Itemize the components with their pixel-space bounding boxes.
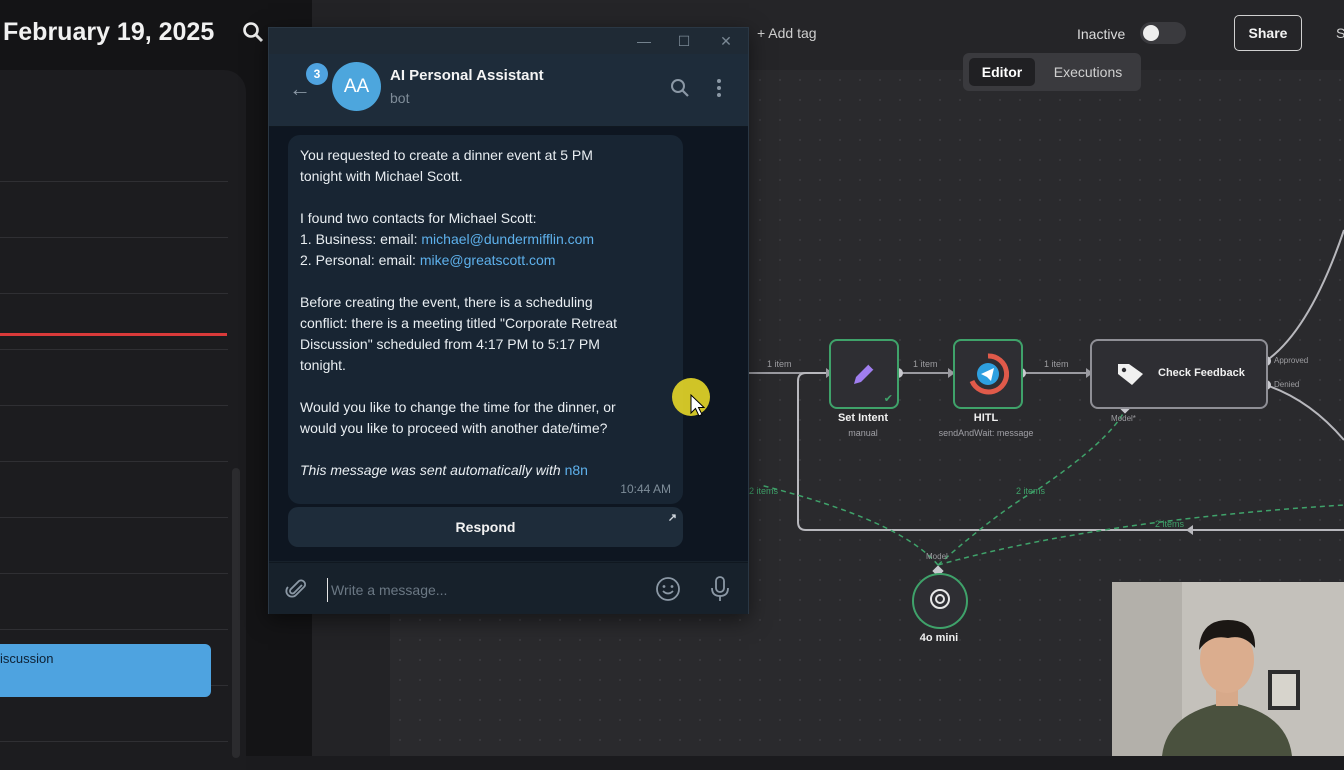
message-text: This message was sent automatically with [300,462,565,478]
chat-status: bot [390,90,410,106]
message-line: Would you like to change the time for th… [300,399,616,415]
openai-icon [930,589,950,609]
edge-label: 2 items [1155,519,1185,529]
message-line: conflict: there is a meeting titled "Cor… [300,315,618,331]
message-text: 2. Personal: email: [300,252,420,268]
chat-header: ← AA 3 AI Personal Assistant bot [269,54,748,127]
node-title: Set Intent [837,412,889,424]
unread-badge: 3 [306,63,328,85]
output-label: Approved [1274,356,1309,365]
close-icon[interactable]: ✕ [717,32,735,50]
message-input[interactable] [327,578,653,602]
telegram-window: — ☐ ✕ ← AA 3 AI Personal Assistant bot Y… [268,27,749,614]
edge-label: 1 item [1044,359,1069,369]
minimize-icon[interactable]: — [635,32,653,50]
node-title: 4o mini [919,632,959,644]
attachment-icon[interactable] [285,577,309,601]
maximize-icon[interactable]: ☐ [675,32,693,50]
microphone-icon[interactable] [709,575,731,603]
node-subtitle: sendAndWait: message [938,428,1034,438]
message-line: tonight. [300,357,346,373]
check-feedback-node[interactable]: Check Feedback [1090,339,1268,409]
edge-label: 2 items [1016,486,1046,496]
n8n-link[interactable]: n8n [565,462,588,478]
message-line: I found two contacts for Michael Scott: [300,210,537,226]
mouse-pointer-icon [690,394,706,417]
message-time: 10:44 AM [620,482,671,496]
message-composer [269,562,748,614]
pencil-icon [854,363,875,384]
set-intent-node[interactable]: ✔ [829,339,899,409]
message-line: 1. Business: email: michael@dundermiffli… [300,229,594,250]
message-line: This message was sent automatically with… [300,460,588,481]
window-titlebar: — ☐ ✕ [269,28,748,54]
respond-label: Respond [455,519,516,535]
message-line: Discussion" scheduled from 4:17 PM to 5:… [300,336,600,352]
external-link-icon: ↗ [667,512,677,524]
edge-label: 1 item [913,359,938,369]
webcam-overlay [1112,582,1344,756]
edge-label: 2 items [749,486,779,496]
message-line: Before creating the event, there is a sc… [300,294,593,310]
edge-label: 1 item [767,359,792,369]
message-line: You requested to create a dinner event a… [300,147,593,163]
chat-area: You requested to create a dinner event a… [269,127,748,561]
chat-name[interactable]: AI Personal Assistant [390,67,544,84]
message-line: tonight with Michael Scott. [300,168,463,184]
message-line: would you like to proceed with another d… [300,420,608,436]
check-icon: ✔ [883,393,893,405]
port-label: Model [926,552,948,561]
port-label: Model* [1111,414,1136,423]
node-subtitle: manual [848,428,878,438]
message-bubble: You requested to create a dinner event a… [288,135,683,504]
node-title: HITL [973,412,999,424]
tag-icon [1118,364,1143,385]
hitl-node[interactable] [953,339,1023,409]
output-label: Denied [1274,380,1300,389]
more-options-icon[interactable] [715,77,723,99]
message-line: 2. Personal: email: mike@greatscott.com [300,250,555,271]
message-text: 1. Business: email: [300,231,422,247]
emoji-icon[interactable] [655,576,681,602]
presenter-video [1112,582,1344,756]
email-link[interactable]: mike@greatscott.com [420,252,556,268]
respond-button[interactable]: Respond ↗ [288,507,683,547]
node-title: Check Feedback [1158,367,1245,379]
telegram-icon [969,353,1009,395]
avatar[interactable]: AA [332,62,381,111]
search-icon[interactable] [669,77,691,99]
email-link[interactable]: michael@dundermifflin.com [421,231,594,247]
openai-model-node[interactable] [912,573,968,629]
